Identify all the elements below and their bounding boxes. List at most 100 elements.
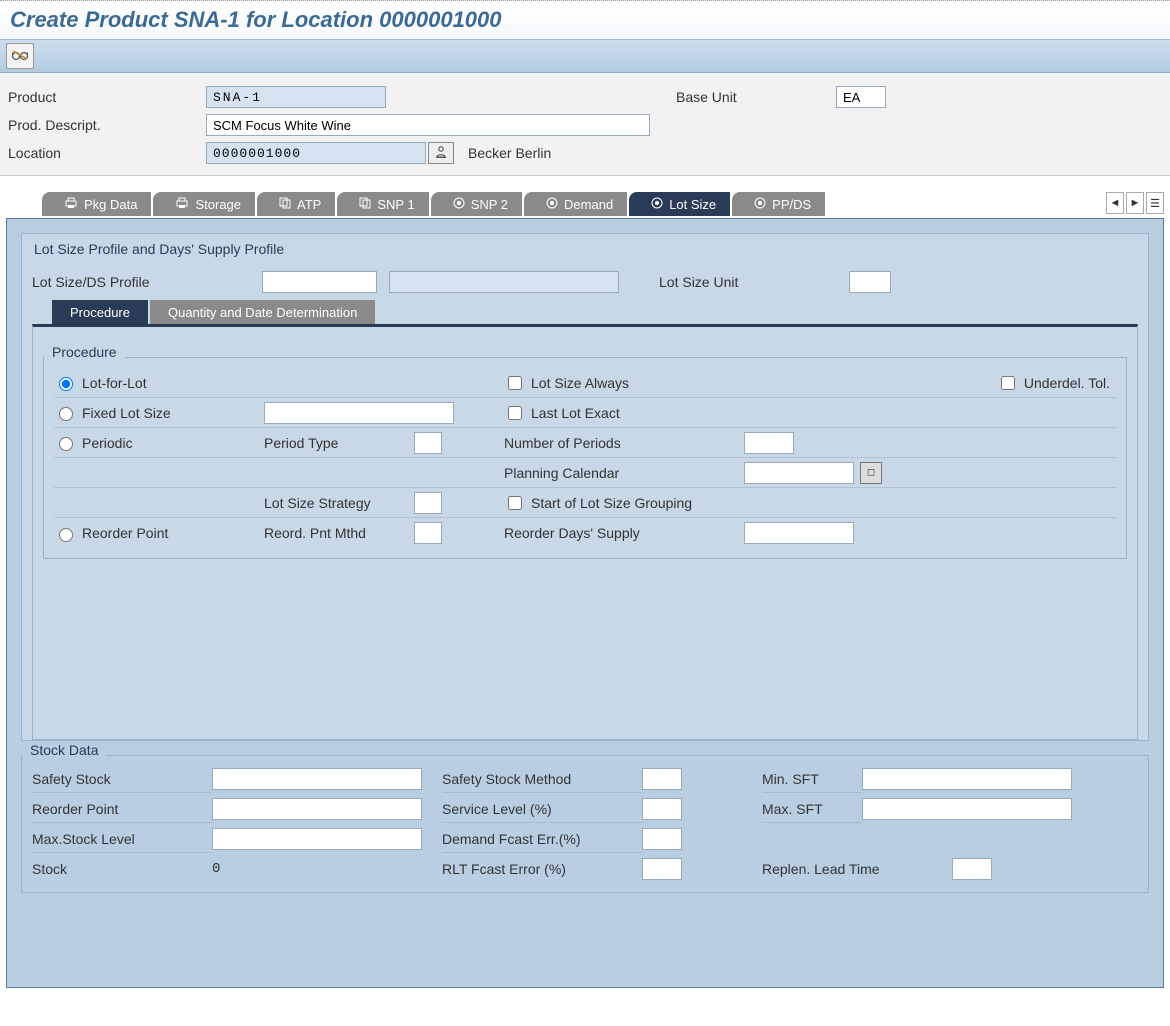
prod-desc-label: Prod. Descript. [8,117,206,133]
lot-profile-label: Lot Size/DS Profile [32,274,262,290]
lot-size-panel: Lot Size Profile and Days' Supply Profil… [6,218,1164,988]
prod-desc-input[interactable] [206,114,650,136]
tab-scroll-controls: ◄ ► ☰ [1106,192,1164,214]
copy-icon [359,197,371,212]
num-periods-label: Number of Periods [504,435,684,451]
start-grouping-label: Start of Lot Size Grouping [531,495,692,511]
tab-label: Lot Size [669,197,716,212]
lot-size-always-label: Lot Size Always [531,375,629,391]
stock-data-title: Stock Data [22,742,106,758]
start-grouping-checkbox[interactable] [508,496,522,510]
last-lot-exact-label: Last Lot Exact [531,405,620,421]
reorder-point-label2: Reorder Point [32,795,212,823]
max-stock-input[interactable] [212,828,422,850]
safety-stock-label: Safety Stock [32,765,212,793]
tab-storage[interactable]: Storage [153,192,255,216]
num-periods-input[interactable] [744,432,794,454]
period-type-input[interactable] [414,432,442,454]
lot-size-strategy-label: Lot Size Strategy [264,495,414,511]
reord-pnt-mthd-input[interactable] [414,522,442,544]
copy-icon [279,197,291,212]
tab-list-button[interactable]: ☰ [1146,192,1164,214]
demand-fcast-input[interactable] [642,828,682,850]
fixed-lot-size-radio[interactable] [59,407,73,421]
max-stock-label: Max.Stock Level [32,825,212,853]
inner-tab-procedure[interactable]: Procedure [52,300,148,324]
service-level-label: Service Level (%) [442,795,642,823]
lot-for-lot-radio[interactable] [59,377,73,391]
last-lot-exact-checkbox[interactable] [508,406,522,420]
reord-pnt-mthd-label: Reord. Pnt Mthd [264,525,414,541]
tab-demand[interactable]: Demand [524,192,627,216]
person-search-icon [434,145,448,162]
tab-snp2[interactable]: SNP 2 [431,192,522,216]
reorder-point-input[interactable] [212,798,422,820]
lot-profile-input2[interactable] [389,271,619,293]
lot-size-always-checkbox[interactable] [508,376,522,390]
product-label: Product [8,89,206,105]
underdel-tol-checkbox[interactable] [1001,376,1015,390]
title-bar: Create Product SNA-1 for Location 000000… [0,0,1170,39]
safety-method-label: Safety Stock Method [442,765,642,793]
demand-fcast-label: Demand Fcast Err.(%) [442,825,642,853]
edit-toggle-button[interactable] [6,43,34,69]
page-title: Create Product SNA-1 for Location 000000… [10,7,1160,33]
periodic-radio[interactable] [59,437,73,451]
printer-icon [175,197,189,212]
target-icon [651,197,663,212]
period-type-label: Period Type [264,435,414,451]
reorder-days-input[interactable] [744,522,854,544]
min-sft-input[interactable] [862,768,1072,790]
tab-label: Pkg Data [84,197,137,212]
toolbar [0,39,1170,73]
fixed-lot-size-input[interactable] [264,402,454,424]
tab-label: ATP [297,197,321,212]
header-form: Product Base Unit Prod. Descript. Locati… [0,73,1170,176]
reorder-point-label: Reorder Point [82,525,168,541]
min-sft-label: Min. SFT [762,765,862,793]
glasses-icon [11,49,29,64]
tab-scroll-left-button[interactable]: ◄ [1106,192,1124,214]
stock-data-group: Stock Data Safety Stock Safety Stock Met… [21,755,1149,893]
product-input[interactable] [206,86,386,108]
tab-ppds[interactable]: PP/DS [732,192,825,216]
location-label: Location [8,145,206,161]
planning-calendar-input[interactable] [744,462,854,484]
tab-snp1[interactable]: SNP 1 [337,192,428,216]
replen-lead-label: Replen. Lead Time [762,855,952,883]
lot-size-strategy-input[interactable] [414,492,442,514]
target-icon [546,197,558,212]
location-input[interactable] [206,142,426,164]
lot-size-profile-group: Lot Size Profile and Days' Supply Profil… [21,233,1149,741]
safety-method-input[interactable] [642,768,682,790]
rlt-fcast-label: RLT Fcast Error (%) [442,855,642,883]
inner-tab-qdd[interactable]: Quantity and Date Determination [150,300,375,324]
lot-size-unit-input[interactable] [849,271,891,293]
location-search-button[interactable] [428,142,454,164]
group-title: Lot Size Profile and Days' Supply Profil… [26,236,292,262]
procedure-panel: Procedure Lot-for-Lot Lot Size Always [32,324,1138,740]
search-help-icon: ◻ [867,467,875,478]
max-sft-label: Max. SFT [762,795,862,823]
tab-lot-size[interactable]: Lot Size [629,192,730,216]
base-unit-input[interactable] [836,86,886,108]
inner-tabs: Procedure Quantity and Date Determinatio… [52,300,1138,324]
tab-label: SNP 2 [471,197,508,212]
replen-lead-input[interactable] [952,858,992,880]
stock-label: Stock [32,855,212,883]
triangle-right-icon: ► [1130,197,1141,209]
tab-pkg-data[interactable]: Pkg Data [42,192,151,216]
underdel-tol-label: Underdel. Tol. [1024,375,1110,391]
reorder-point-radio[interactable] [59,528,73,542]
rlt-fcast-input[interactable] [642,858,682,880]
tab-atp[interactable]: ATP [257,192,335,216]
tab-label: SNP 1 [377,197,414,212]
tab-label: Storage [195,197,241,212]
max-sft-input[interactable] [862,798,1072,820]
tab-scroll-right-button[interactable]: ► [1126,192,1144,214]
service-level-input[interactable] [642,798,682,820]
safety-stock-input[interactable] [212,768,422,790]
periodic-label: Periodic [82,435,133,451]
planning-calendar-button[interactable]: ◻ [860,462,882,484]
lot-profile-input1[interactable] [262,271,377,293]
